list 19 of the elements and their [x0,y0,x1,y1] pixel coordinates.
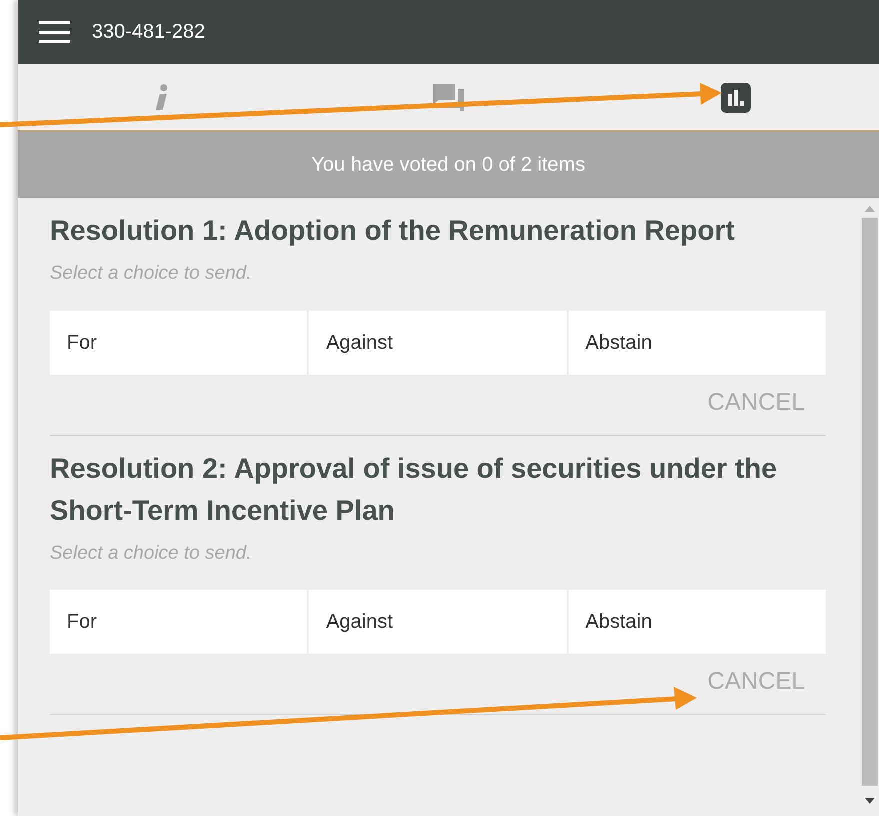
scroll-up-icon[interactable] [865,206,875,212]
choice-button[interactable]: Abstain [568,590,826,654]
vote-status-bar: You have voted on 0 of 2 items [18,132,879,198]
hint-text: Select a choice to send. [50,262,253,286]
choice-button[interactable]: Against [309,310,567,374]
bar-chart-icon [720,83,750,113]
meeting-id: 330-481-282 [92,20,206,45]
scrollbar-thumb[interactable] [862,218,878,786]
choice-button[interactable]: For [50,310,308,374]
resolution-title: Resolution 1: Adoption of the Remuneration Report [50,214,736,248]
choice-button[interactable]: Abstain [568,310,826,374]
menu-icon[interactable] [39,21,70,43]
scroll-down-icon[interactable] [865,798,875,804]
info-icon [154,84,168,112]
hint-text: Select a choice to send. [50,542,253,566]
resolution-title: Resolution 2: Approval of issue of securities under the Short-Term Incentive Plan [50,452,778,528]
choice-button[interactable]: Against [309,590,567,654]
choice-button[interactable]: For [50,590,308,654]
chat-icon [432,84,464,112]
